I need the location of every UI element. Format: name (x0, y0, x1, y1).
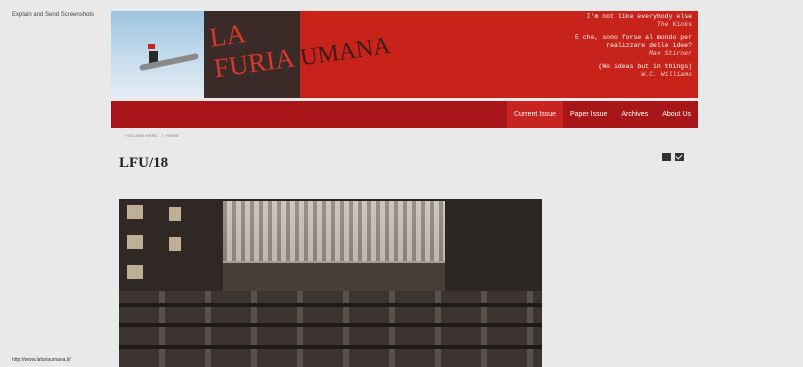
breadcrumb: YOU ARE HERE: / HOME (125, 133, 179, 138)
header-photo (111, 11, 204, 98)
quote-2: E che, sono forse al mondo per realizzar… (575, 34, 692, 58)
photo-curtain (223, 201, 445, 261)
page-title: LFU/18 (119, 155, 169, 171)
quote-line: I'm not like everybody else (586, 13, 692, 20)
quote-3: (No ideas but in things) W.C. Williams (575, 63, 692, 79)
breadcrumb-home-link[interactable]: HOME (166, 133, 179, 138)
header-quotes: I'm not like everybody else The Kinks E … (575, 13, 692, 79)
photo-window (127, 235, 143, 249)
quote-1: I'm not like everybody else The Kinks (575, 13, 692, 29)
photo-window (127, 205, 143, 219)
photo-seats (119, 291, 542, 367)
photo-stage (223, 201, 445, 293)
quote-author: W.C. Williams (641, 71, 692, 78)
photo-seat-row (119, 303, 542, 307)
logo-umana: UMANA (298, 32, 393, 72)
breadcrumb-label: YOU ARE HERE: (125, 133, 159, 138)
quote-author: Max Stirner (649, 50, 692, 57)
article-image (119, 199, 542, 367)
header-photo-flag (148, 44, 155, 49)
quote-author: The Kinks (656, 21, 692, 28)
photo-window (127, 265, 143, 279)
quote-line: realizzare delle idee? (606, 42, 692, 49)
main-nav: Current Issue Paper Issue Archives About… (111, 101, 698, 128)
photo-window (169, 237, 181, 251)
photo-seat-row (119, 323, 542, 327)
nav-item-paper-issue[interactable]: Paper Issue (563, 101, 614, 128)
photo-seat-row (119, 345, 542, 349)
nav-item-archives[interactable]: Archives (614, 101, 655, 128)
status-bar-url: http://www.lafuriaumana.it/ (12, 357, 71, 363)
nav-item-about-us[interactable]: About Us (655, 101, 698, 128)
print-icon[interactable] (662, 153, 671, 161)
quote-line: (No ideas but in things) (598, 63, 692, 70)
email-icon[interactable] (675, 153, 684, 161)
photo-stage-floor (223, 263, 445, 293)
explain-screenshots-link[interactable]: Explain and Send Screenshots (12, 12, 94, 18)
quote-line: E che, sono forse al mondo per (574, 34, 692, 41)
nav-item-current-issue[interactable]: Current Issue (506, 101, 563, 128)
site-header: LA FURIAUMANA I'm not like everybody els… (111, 11, 698, 98)
article-actions (662, 153, 684, 161)
photo-window (169, 207, 181, 221)
